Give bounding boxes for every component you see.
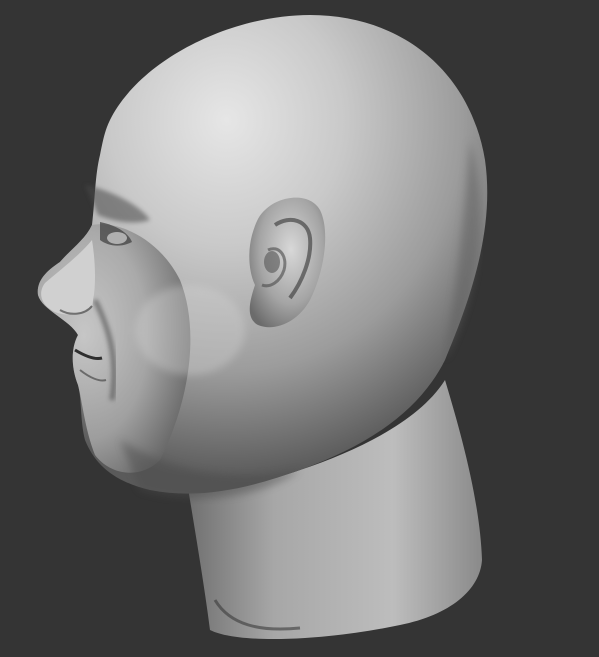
sculpt-viewport[interactable] xyxy=(0,0,599,657)
head-sculpt-render[interactable] xyxy=(0,0,599,657)
